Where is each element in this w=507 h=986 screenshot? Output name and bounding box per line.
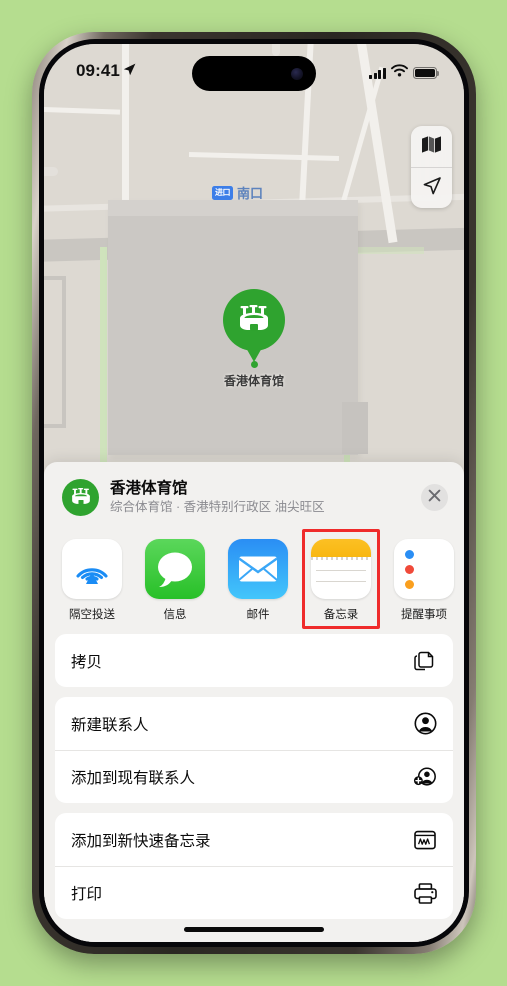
metro-exit-label: 进口 南口 [212,183,263,202]
action-row-quick-note[interactable]: 添加到新快速备忘录 [55,813,453,866]
cellular-signal-icon [369,67,386,79]
close-button[interactable] [421,484,448,512]
screenshot-stage: 进口 南口 香港体育馆 09:41 香港体育馆 综合体育馆 · 香港特别行政区 … [0,0,507,986]
action-label: 打印 [71,886,103,904]
reminders-icon [394,539,454,600]
dynamic-island[interactable] [192,56,316,91]
pin-anchor-dot [250,361,258,368]
action-group-notes: 添加到新快速备忘录 打印 [55,813,453,920]
action-label: 添加到现有联系人 [71,770,196,788]
map-layers-button[interactable] [411,126,452,167]
action-group-copy: 拷贝 [55,634,453,688]
map-pin-hong-kong-coliseum[interactable]: 香港体育馆 [219,289,289,389]
wifi-icon [391,64,408,82]
stadium-icon [223,289,285,351]
battery-icon [413,67,440,79]
action-row-print[interactable]: 打印 [55,866,453,919]
phone-frame: 进口 南口 香港体育馆 09:41 香港体育馆 综合体育馆 · 香港特别行政区 … [32,32,476,954]
share-action-list: 拷贝 新建联系人 添加到现有联系人 添加到新快速备忘录 打印 [44,630,464,920]
messages-icon [145,539,205,600]
stadium-icon [62,479,99,517]
share-app-label: 信息 [163,609,187,622]
navigation-arrow-icon [422,176,442,201]
share-app-mail[interactable]: 邮件 [228,539,288,622]
home-indicator[interactable] [184,927,324,932]
share-sheet-header: 香港体育馆 综合体育馆 · 香港特别行政区 油尖旺区 [44,462,464,529]
action-row-new-contact[interactable]: 新建联系人 [55,697,453,750]
share-app-label: 邮件 [246,609,270,622]
share-app-messages[interactable]: 信息 [145,539,205,622]
add-to-contact-icon [413,765,437,789]
status-bar-time-group: 09:41 [76,61,136,81]
share-app-notes[interactable]: 备忘录 [302,529,380,630]
action-label: 新建联系人 [71,716,149,734]
share-app-label: 提醒事项 [401,609,447,622]
phone-bezel: 进口 南口 香港体育馆 09:41 香港体育馆 综合体育馆 · 香港特别行政区 … [39,39,469,947]
share-sheet: 香港体育馆 综合体育馆 · 香港特别行政区 油尖旺区 隔空投送 信息 邮件 备忘… [44,462,464,942]
share-sheet-subtitle: 综合体育馆 · 香港特别行政区 油尖旺区 [110,500,325,515]
share-app-reminders[interactable]: 提醒事项 [394,539,454,622]
share-app-label: 备忘录 [323,609,359,622]
share-sheet-text: 香港体育馆 综合体育馆 · 香港特别行政区 油尖旺区 [110,479,410,516]
metro-badge-icon: 进口 [212,185,233,200]
action-row-add-to-contact[interactable]: 添加到现有联系人 [55,750,453,803]
clock-label: 09:41 [76,61,120,80]
mail-icon [228,539,288,600]
folded-map-icon [422,135,441,158]
location-arrow-icon [123,61,136,81]
notes-icon [311,539,371,600]
status-bar-indicators [369,64,440,82]
map-pin-label: 香港体育馆 [223,374,284,388]
copy-icon [413,649,437,673]
share-app-row[interactable]: 隔空投送 信息 邮件 备忘录 提醒事项 [44,529,464,630]
map-controls[interactable] [411,126,452,208]
share-app-airdrop[interactable]: 隔空投送 [62,539,122,622]
action-label: 添加到新快速备忘录 [71,832,211,850]
metro-exit-text: 南口 [237,186,264,201]
share-sheet-title: 香港体育馆 [110,480,188,497]
printer-icon [413,881,437,905]
share-app-label: 隔空投送 [69,609,115,622]
action-label: 拷贝 [71,653,103,671]
phone-screen: 进口 南口 香港体育馆 09:41 香港体育馆 综合体育馆 · 香港特别行政区 … [44,44,464,942]
new-contact-icon [413,712,437,736]
close-icon [428,489,441,507]
locate-me-button[interactable] [411,167,452,208]
airdrop-icon [62,539,122,600]
quick-note-icon [413,828,437,852]
front-camera-icon [291,67,303,80]
action-row-copy[interactable]: 拷贝 [55,634,453,687]
action-group-contacts: 新建联系人 添加到现有联系人 [55,697,453,804]
